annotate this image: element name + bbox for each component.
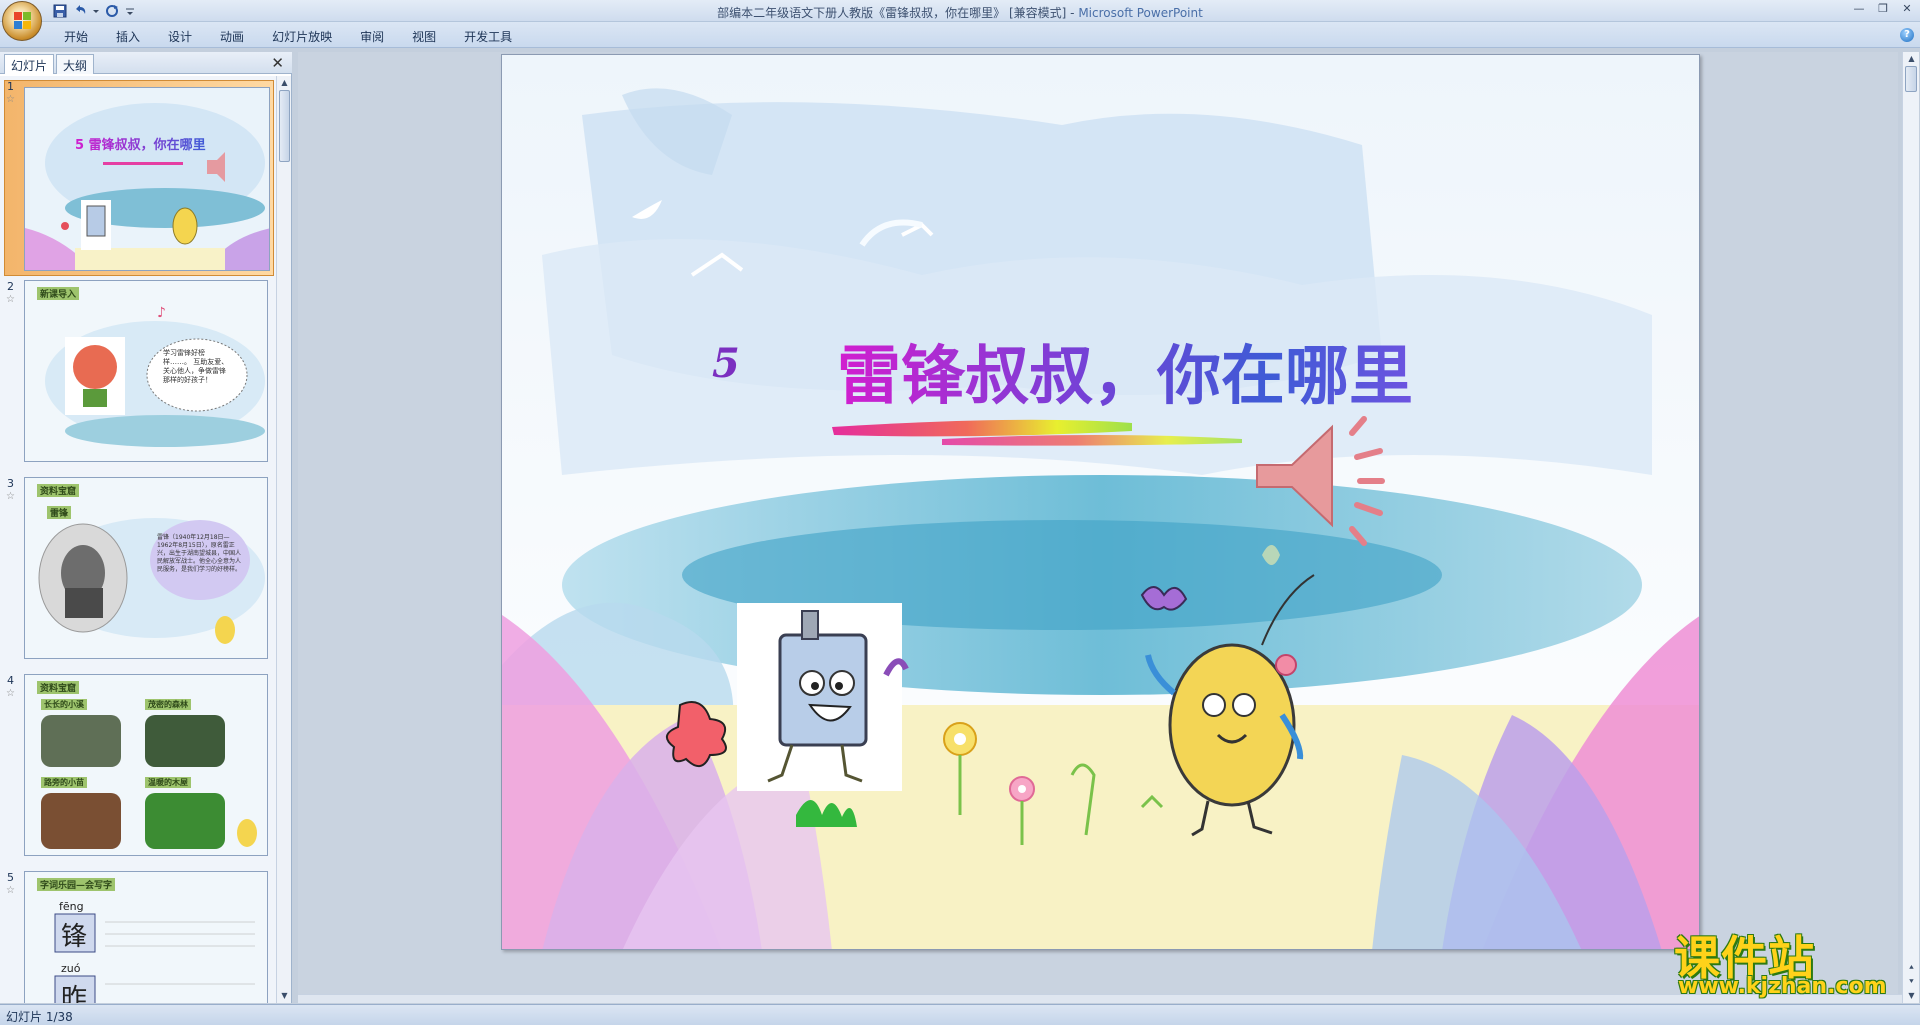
scroll-up-icon[interactable]: ▲ — [1906, 53, 1917, 64]
slides-pane: 幻灯片 大纲 ✕ 1 ☆ 5 雷锋叔叔，你在哪里 2 ☆ ♪ 新课导入 学习雷锋… — [0, 52, 292, 1003]
slide-5-char-2: 昨 — [61, 984, 88, 1003]
slide-5-pinyin-2: zuó — [61, 962, 81, 975]
current-slide[interactable]: 5 雷锋叔叔，你在哪里 — [501, 54, 1700, 950]
animation-star-icon: ☆ — [6, 491, 15, 502]
slide-number: 1 — [7, 80, 14, 93]
slide-2-title: 新课导入 — [37, 287, 80, 300]
close-pane-icon[interactable]: ✕ — [271, 54, 284, 72]
slide-3-title: 资料宝窟 — [37, 484, 80, 497]
slide-4-label-3: 路旁的小苗 — [41, 777, 87, 788]
slide-thumbnails: 1 ☆ 5 雷锋叔叔，你在哪里 2 ☆ ♪ 新课导入 学习雷锋好榜样……。 互助… — [0, 76, 276, 1003]
slide-thumbnail-5[interactable]: 字词乐园—会写字 fēng 锋 zuó 昨 — [24, 871, 268, 1003]
previous-slide-icon[interactable]: ⯅ — [1906, 962, 1917, 973]
slide-3-bubble: 雷锋（1940年12月18日—1962年8月15日），原名雷正兴，出生于湖南望城… — [157, 534, 242, 573]
pane-tabs: 幻灯片 大纲 ✕ — [0, 52, 292, 74]
tab-developer[interactable]: 开发工具 — [450, 26, 526, 47]
slide-2-bubble: 学习雷锋好榜样……。 互助友爱、关心他人，争做雷锋那样的好孩子！ — [163, 349, 229, 384]
close-button[interactable]: ✕ — [1898, 2, 1916, 16]
scrollbar-thumb[interactable] — [1905, 66, 1917, 92]
slide-editing-area: 5 雷锋叔叔，你在哪里 — [298, 52, 1898, 1003]
document-title: 部编本二年级语文下册人教版《雷锋叔叔，你在哪里》 [兼容模式] - — [717, 6, 1079, 20]
slide-number: 3 — [7, 477, 14, 490]
office-button[interactable] — [2, 1, 42, 41]
slide-5-char-1: 锋 — [61, 922, 88, 952]
scrollbar-thumb[interactable] — [279, 90, 290, 162]
slide-number: 2 — [7, 280, 14, 293]
tab-outline[interactable]: 大纲 — [56, 54, 95, 74]
app-name: Microsoft PowerPoint — [1078, 6, 1203, 20]
svg-text:♪: ♪ — [157, 305, 166, 321]
tab-slides[interactable]: 幻灯片 — [4, 54, 55, 74]
minimize-button[interactable]: — — [1850, 2, 1868, 16]
slide-count-status: 幻灯片 1/38 — [6, 1010, 73, 1024]
scroll-down-icon[interactable]: ▼ — [1906, 990, 1917, 1001]
slide-thumbnail-1[interactable]: 5 雷锋叔叔，你在哪里 — [24, 87, 270, 271]
slide-thumbnail-2[interactable]: ♪ 新课导入 学习雷锋好榜样……。 互助友爱、关心他人，争做雷锋那样的好孩子！ — [24, 280, 268, 462]
scroll-down-icon[interactable]: ▼ — [279, 990, 290, 1001]
office-logo-icon — [14, 12, 32, 30]
ribbon: 开始 插入 设计 动画 幻灯片放映 审阅 视图 开发工具 ? — [0, 22, 1920, 48]
slide-scrollbar[interactable]: ▲ ⯅ ⯆ ▼ — [1902, 52, 1919, 1003]
slide-4-label-4: 温暖的木屋 — [145, 777, 191, 788]
tab-design[interactable]: 设计 — [154, 26, 206, 47]
animation-star-icon: ☆ — [6, 294, 15, 305]
slide-3-subtitle: 雷锋 — [47, 506, 72, 519]
slide-5-pinyin-1: fēng — [59, 900, 84, 913]
tab-review[interactable]: 审阅 — [346, 26, 398, 47]
thumbnails-scrollbar[interactable]: ▲ ▼ — [276, 76, 291, 1003]
status-bar: 幻灯片 1/38 — [0, 1004, 1920, 1025]
tab-view[interactable]: 视图 — [398, 26, 450, 47]
slide-title[interactable]: 雷锋叔叔，你在哪里 — [837, 325, 1413, 417]
slide-background-art — [502, 55, 1699, 949]
tab-animations[interactable]: 动画 — [206, 26, 258, 47]
tab-slideshow[interactable]: 幻灯片放映 — [258, 26, 346, 47]
watermark-url: www.kjzhan.com — [1678, 974, 1887, 999]
watermark-logo: 课件站 www.kjzhan.com — [1668, 922, 1900, 1004]
slide-4-title: 资料宝窟 — [37, 681, 80, 694]
next-slide-icon[interactable]: ⯆ — [1906, 976, 1917, 987]
slide-thumbnail-3[interactable]: 资料宝窟 雷锋 雷锋（1940年12月18日—1962年8月15日），原名雷正兴… — [24, 477, 268, 659]
slide-number: 4 — [7, 674, 14, 687]
slide-5-title: 字词乐园—会写字 — [37, 878, 116, 891]
tab-insert[interactable]: 插入 — [102, 26, 154, 47]
horizontal-divider — [298, 994, 1902, 1003]
slide-thumbnail-4[interactable]: 资料宝窟 长长的小溪 茂密的森林 路旁的小苗 温暖的木屋 — [24, 674, 268, 856]
title-bar: 部编本二年级语文下册人教版《雷锋叔叔，你在哪里》 [兼容模式] - Micros… — [0, 0, 1920, 22]
ribbon-tabs: 开始 插入 设计 动画 幻灯片放映 审阅 视图 开发工具 — [50, 26, 526, 47]
window-controls: — ❐ ✕ — [1850, 2, 1916, 16]
tab-home[interactable]: 开始 — [50, 26, 102, 47]
animation-star-icon: ☆ — [6, 688, 15, 699]
slide-4-label-1: 长长的小溪 — [41, 699, 87, 710]
scroll-up-icon[interactable]: ▲ — [279, 77, 290, 88]
restore-button[interactable]: ❐ — [1874, 2, 1892, 16]
animation-star-icon: ☆ — [6, 94, 15, 105]
help-icon[interactable]: ? — [1900, 28, 1914, 42]
slide-lesson-number[interactable]: 5 — [712, 340, 740, 387]
slide-4-label-2: 茂密的森林 — [145, 699, 191, 710]
window-title: 部编本二年级语文下册人教版《雷锋叔叔，你在哪里》 [兼容模式] - Micros… — [0, 4, 1920, 21]
animation-star-icon: ☆ — [6, 885, 15, 896]
slide-number: 5 — [7, 871, 14, 884]
svg-text:5 雷锋叔叔，你在哪里: 5 雷锋叔叔，你在哪里 — [75, 137, 206, 153]
